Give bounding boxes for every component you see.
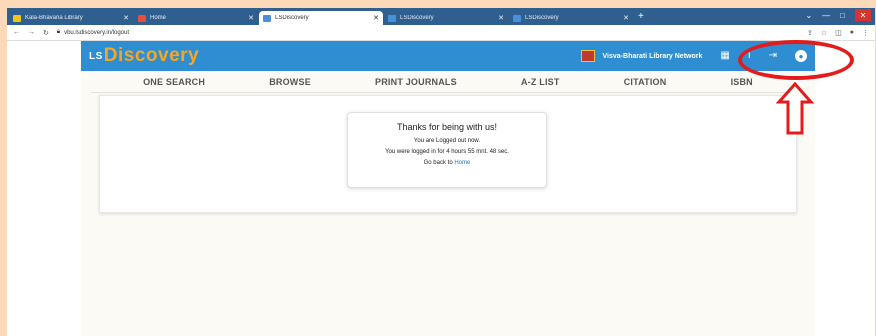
go-back-text: Go back to Home bbox=[348, 160, 546, 166]
address-bar: ← → ↻ 🔒︎ vbu.lsdiscovery.in/logout ⇪ ☆ ◫… bbox=[7, 25, 875, 41]
browser-tab-active[interactable]: LSDiscovery ✕ bbox=[259, 11, 383, 25]
logout-title: Thanks for being with us! bbox=[396, 122, 498, 132]
browser-tab[interactable]: LSDiscovery ✕ bbox=[384, 11, 508, 25]
logo-text: Discovery bbox=[103, 45, 200, 66]
logout-card: Thanks for being with us! You are Logged… bbox=[347, 112, 547, 188]
profile-icon[interactable]: ● bbox=[850, 29, 854, 37]
go-back-prefix: Go back to bbox=[423, 160, 455, 166]
minimize-icon[interactable]: — bbox=[822, 11, 830, 20]
close-icon[interactable]: ✕ bbox=[373, 14, 379, 22]
tab-label: Kala-Bhavana Library bbox=[25, 15, 83, 21]
maximize-icon[interactable]: □ bbox=[840, 11, 845, 20]
menu-item-a-z-list[interactable]: A-Z LIST bbox=[521, 77, 560, 87]
share-icon[interactable]: ⇪ bbox=[807, 29, 813, 37]
menu-item-print-journals[interactable]: PRINT JOURNALS bbox=[375, 77, 457, 87]
menu-dots-icon[interactable]: ⋮ bbox=[862, 29, 869, 37]
tab-bar: Kala-Bhavana Library ✕ Home ✕ LSDiscover… bbox=[7, 8, 875, 25]
lsdiscovery-favicon-icon bbox=[388, 14, 396, 22]
apps-grid-icon[interactable]: ▦ bbox=[720, 51, 729, 61]
url-field[interactable]: 🔒︎ vbu.lsdiscovery.in/logout bbox=[57, 29, 799, 36]
tab-label: LSDiscovery bbox=[525, 15, 559, 21]
chevron-down-icon[interactable]: ⌄ bbox=[805, 11, 812, 20]
highlight-oval bbox=[738, 40, 854, 80]
sidepanel-icon[interactable]: ◫ bbox=[835, 29, 842, 37]
menu-item-one-search[interactable]: ONE SEARCH bbox=[143, 77, 205, 87]
browser-tab[interactable]: Home ✕ bbox=[134, 11, 258, 25]
url-text: vbu.lsdiscovery.in/logout bbox=[64, 29, 129, 36]
site-content: LS Discovery Visva-Bharati Library Netwo… bbox=[81, 41, 815, 336]
close-icon[interactable]: ✕ bbox=[123, 14, 129, 22]
lock-icon: 🔒︎ bbox=[56, 29, 61, 35]
lsdiscovery-favicon-icon bbox=[263, 14, 271, 22]
network-name: Visva-Bharati Library Network bbox=[602, 52, 703, 60]
session-duration: You were logged in for 4 hours 55 mnt. 4… bbox=[385, 149, 509, 155]
menu-item-browse[interactable]: BROWSE bbox=[269, 77, 311, 87]
star-icon[interactable]: ☆ bbox=[821, 29, 827, 37]
lsdiscovery-favicon-icon bbox=[513, 14, 521, 22]
forward-arrow-icon[interactable]: → bbox=[28, 29, 35, 36]
reload-icon[interactable]: ↻ bbox=[43, 29, 49, 37]
browser-tab[interactable]: Kala-Bhavana Library ✕ bbox=[9, 11, 133, 25]
logout-status: You are Logged out now. bbox=[413, 138, 481, 144]
close-window-icon[interactable]: ✕ bbox=[855, 9, 871, 21]
browser-tab[interactable]: LSDiscovery ✕ bbox=[509, 11, 633, 25]
close-icon[interactable]: ✕ bbox=[498, 14, 504, 22]
logo-prefix: LS bbox=[89, 50, 103, 62]
home-favicon-icon bbox=[138, 14, 146, 22]
up-arrow-icon bbox=[776, 82, 814, 135]
library-favicon-icon bbox=[13, 14, 21, 22]
tab-label: Home bbox=[150, 15, 167, 21]
web-page: LS Discovery Visva-Bharati Library Netwo… bbox=[7, 41, 875, 336]
close-icon[interactable]: ✕ bbox=[623, 14, 629, 22]
tab-label: LSDiscovery bbox=[400, 15, 434, 21]
home-link[interactable]: Home bbox=[454, 160, 470, 166]
tab-label: LSDiscovery bbox=[275, 15, 309, 21]
menu-item-citation[interactable]: CITATION bbox=[624, 77, 667, 87]
site-navbar: LS Discovery Visva-Bharati Library Netwo… bbox=[81, 41, 815, 71]
institution-logo-icon bbox=[580, 50, 595, 62]
window-controls: ⌄ — □ ✕ bbox=[805, 9, 871, 21]
back-arrow-icon[interactable]: ← bbox=[13, 29, 20, 36]
site-logo[interactable]: LS Discovery bbox=[89, 45, 199, 67]
new-tab-button[interactable]: + bbox=[638, 11, 644, 25]
main-menu: ONE SEARCH BROWSE PRINT JOURNALS A-Z LIS… bbox=[91, 71, 805, 93]
close-icon[interactable]: ✕ bbox=[248, 14, 254, 22]
content-panel: Thanks for being with us! You are Logged… bbox=[99, 95, 797, 213]
menu-item-isbn[interactable]: ISBN bbox=[731, 77, 753, 87]
